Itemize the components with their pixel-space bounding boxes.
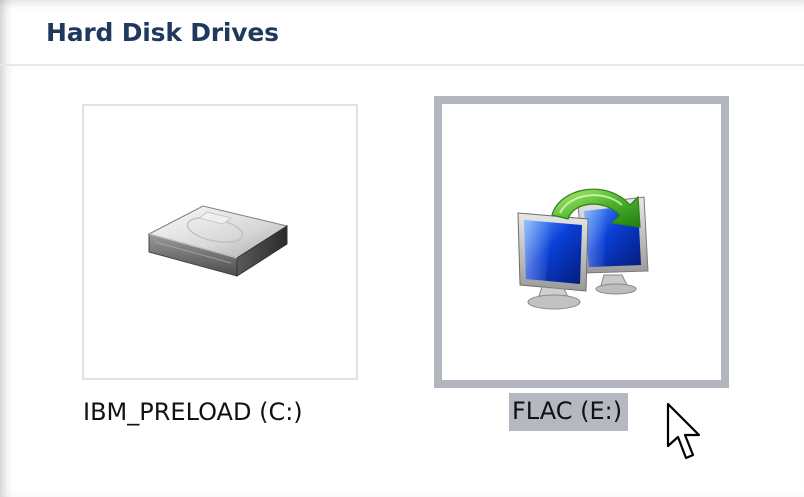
mouse-pointer-icon bbox=[666, 402, 701, 460]
sync-network-drive-icon bbox=[517, 188, 649, 310]
hard-drive-icon bbox=[147, 205, 289, 277]
explorer-content-pane: Hard Disk Drives IBM_PRELOAD (C:) FLAC (… bbox=[0, 0, 804, 497]
drive-label-c: IBM_PRELOAD (C:) bbox=[83, 398, 303, 426]
group-header[interactable]: Hard Disk Drives bbox=[0, 0, 804, 66]
drive-label-e: FLAC (E:) bbox=[509, 393, 629, 431]
group-title: Hard Disk Drives bbox=[46, 18, 279, 47]
